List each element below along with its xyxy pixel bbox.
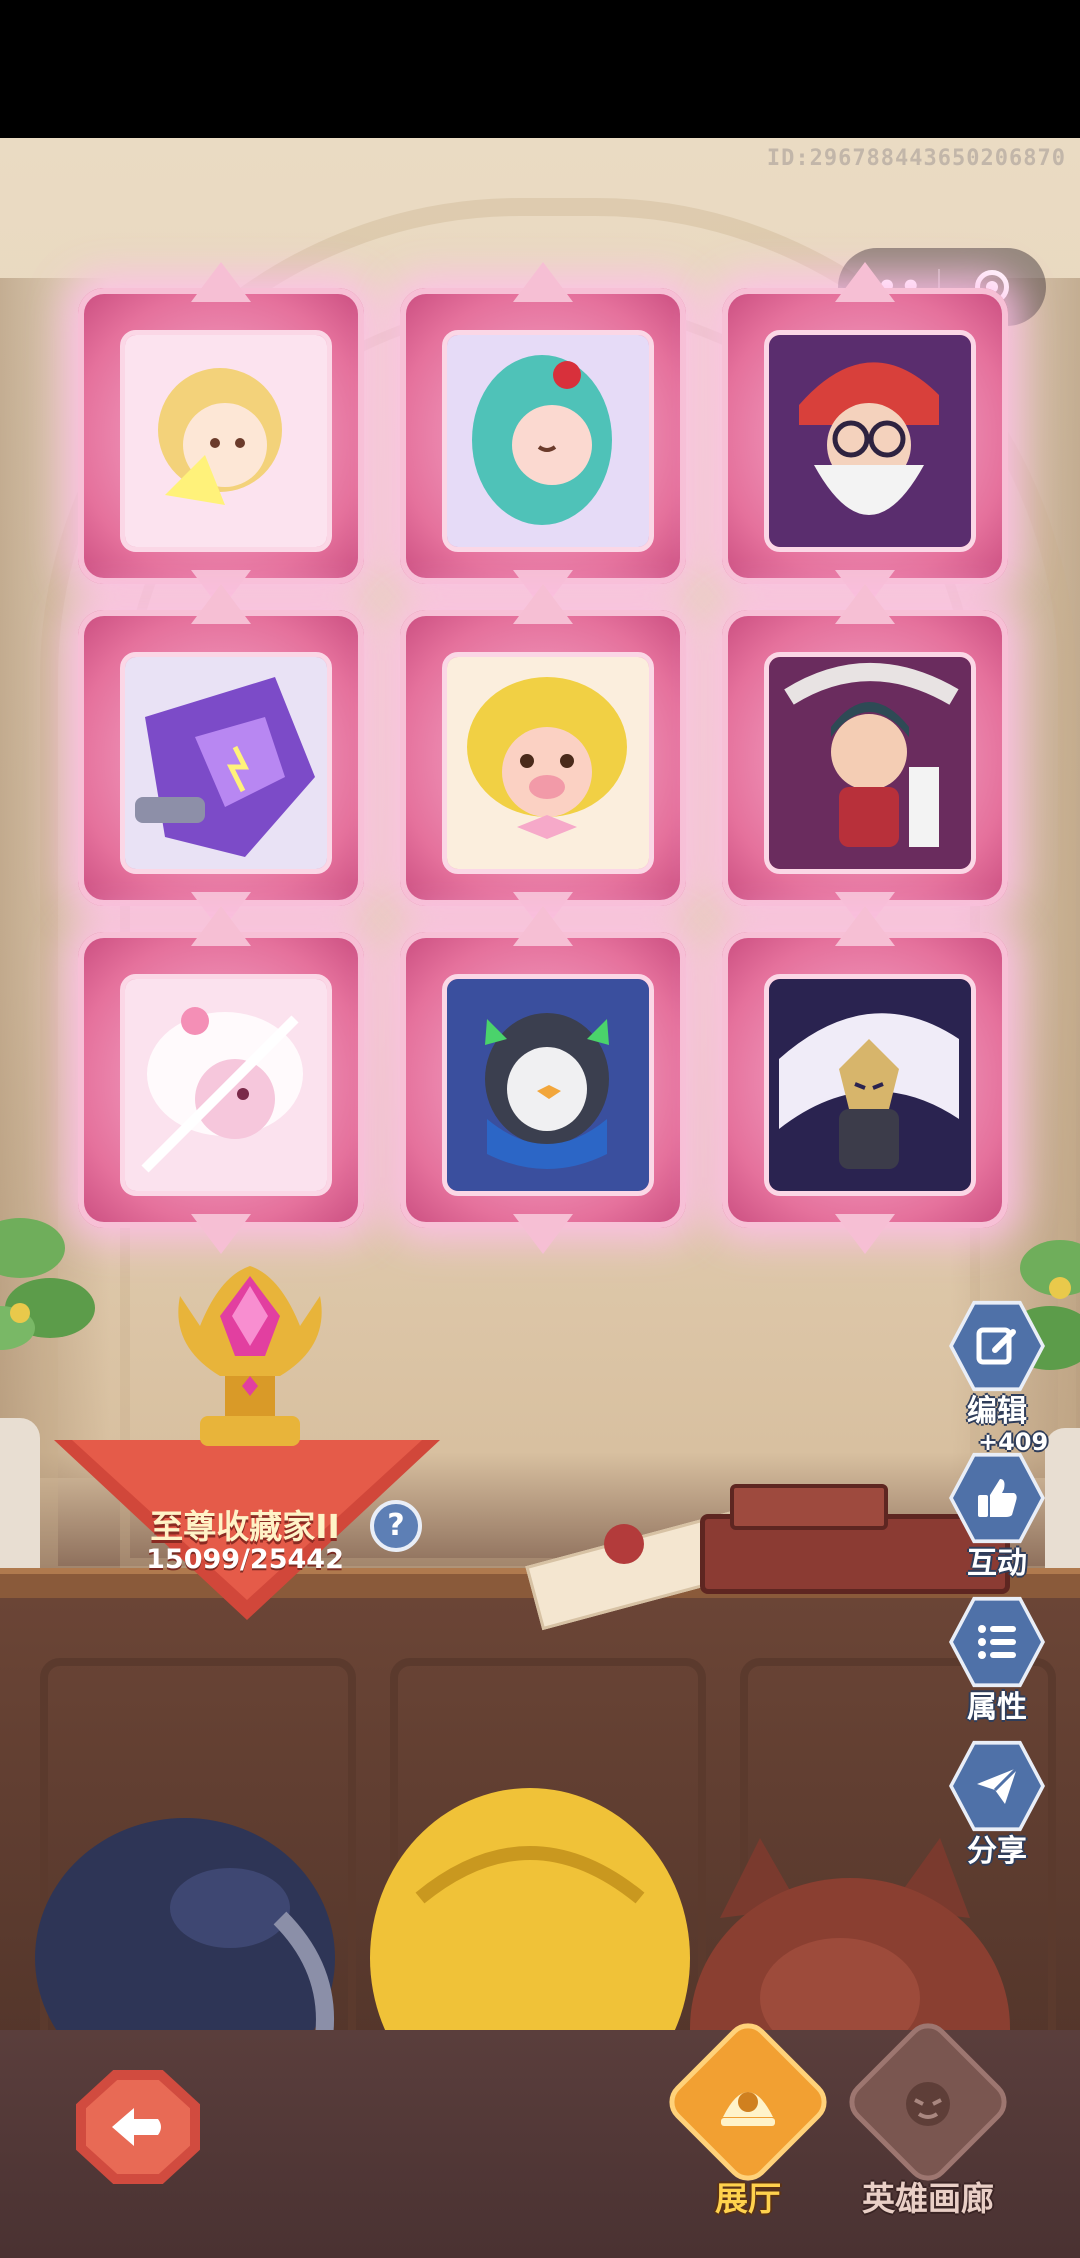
back-button[interactable]	[76, 2070, 200, 2184]
tab-hero-gallery[interactable]: 英雄画廊	[828, 2014, 1028, 2220]
hero-portrait-4	[120, 652, 332, 874]
share-button[interactable]: 分享	[942, 1738, 1052, 1870]
edit-button-frame	[949, 1300, 1045, 1392]
hero-gallery-emblem	[840, 2014, 1016, 2190]
hero-mask-icon	[871, 2045, 985, 2159]
hero-frame-5[interactable]	[400, 610, 686, 906]
potted-plant-left	[0, 1218, 95, 1350]
player-id: ID:2967884436502068​70	[766, 146, 1066, 171]
hero-portrait-8	[442, 974, 654, 1196]
hall-icon	[691, 2045, 805, 2159]
hero-frame-3[interactable]	[722, 288, 1008, 584]
collector-rank-title: 至尊收藏家II	[150, 1507, 340, 1546]
hero-portrait-5	[442, 652, 654, 874]
hero-frame-6[interactable]	[722, 610, 1008, 906]
edit-label: 编辑	[967, 1394, 1027, 1429]
hero-frame-9[interactable]	[722, 932, 1008, 1228]
hero-portrait-9	[764, 974, 976, 1196]
interact-label: 互动	[967, 1546, 1027, 1581]
list-icon	[953, 1600, 1041, 1684]
book-small	[730, 1484, 888, 1530]
hero-portrait-6	[764, 652, 976, 874]
attributes-label: 属性	[967, 1690, 1027, 1725]
hero-frame-4[interactable]	[78, 610, 364, 906]
hero-frame-2[interactable]	[400, 288, 686, 584]
status-bar-area	[0, 0, 1080, 138]
interact-button[interactable]: +409 互动	[942, 1428, 1052, 1582]
attributes-button[interactable]: 属性	[942, 1594, 1052, 1726]
attributes-button-frame	[949, 1596, 1045, 1688]
back-arrow-icon	[86, 2080, 190, 2174]
hero-portrait-2	[442, 330, 654, 552]
interact-button-frame	[949, 1452, 1045, 1544]
help-button[interactable]: ?	[370, 1500, 422, 1552]
tab-exhibition-hall[interactable]: 展厅	[648, 2014, 848, 2220]
edit-button[interactable]: 编辑	[942, 1298, 1052, 1430]
trophy-icon[interactable]	[160, 1256, 340, 1466]
hero-portrait-7	[120, 974, 332, 1196]
share-button-frame	[949, 1740, 1045, 1832]
share-label: 分享	[967, 1834, 1027, 1869]
gallery-scene: ID:2967884436502068​70 •••	[0, 138, 1080, 2258]
edit-icon	[953, 1304, 1041, 1388]
interact-count-badge: +409	[978, 1428, 1049, 1456]
paper-plane-icon	[953, 1744, 1041, 1828]
hero-portrait-1	[120, 330, 332, 552]
hero-frame-7[interactable]	[78, 932, 364, 1228]
collector-progress: 15099/25442	[146, 1544, 344, 1575]
wax-seal	[604, 1524, 644, 1564]
hero-frame-8[interactable]	[400, 932, 686, 1228]
exhibition-hall-emblem	[660, 2014, 836, 2190]
hero-portrait-3	[764, 330, 976, 552]
hero-frame-1[interactable]	[78, 288, 364, 584]
thumbs-up-icon	[953, 1456, 1041, 1540]
